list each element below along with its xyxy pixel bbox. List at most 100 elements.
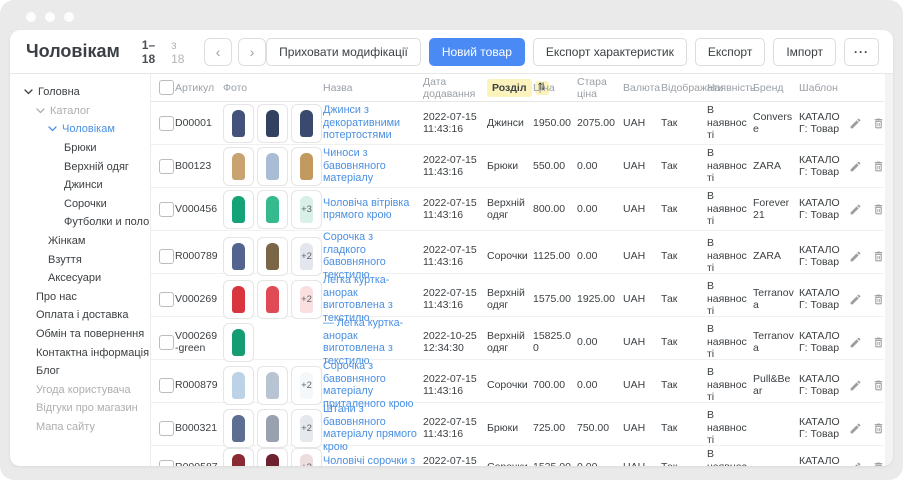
delete-button[interactable] xyxy=(872,379,885,392)
product-photo-thumbnail[interactable] xyxy=(223,448,254,467)
more-photos-badge[interactable]: +2 xyxy=(291,237,322,276)
product-photo-thumbnail[interactable] xyxy=(257,409,288,448)
product-photo-thumbnail[interactable] xyxy=(223,104,254,143)
row-checkbox[interactable] xyxy=(159,378,174,393)
delete-button[interactable] xyxy=(872,203,885,216)
sidebar-item-3[interactable]: Чоловікам xyxy=(10,120,150,139)
column-header-5[interactable]: Розділ⇅ xyxy=(487,79,533,97)
product-photo-thumbnail[interactable] xyxy=(223,366,254,405)
edit-button[interactable] xyxy=(849,203,862,216)
export-characteristics-button[interactable]: Експорт характеристик xyxy=(533,38,687,66)
product-photo-thumbnail[interactable] xyxy=(223,190,254,229)
edit-button[interactable] xyxy=(849,336,862,349)
delete-button[interactable] xyxy=(872,160,885,173)
old-price-cell: 0.00 xyxy=(577,379,623,392)
more-photos-badge[interactable]: +2 xyxy=(291,448,322,467)
delete-button[interactable] xyxy=(872,336,885,349)
row-checkbox[interactable] xyxy=(159,460,174,467)
edit-button[interactable] xyxy=(849,422,862,435)
prev-page-button[interactable]: ‹ xyxy=(204,38,232,66)
sidebar-item-15[interactable]: Контактна інформація xyxy=(10,343,150,362)
more-actions-button[interactable]: ··· xyxy=(844,38,879,66)
column-header-6[interactable]: Ціна xyxy=(533,82,577,94)
sidebar-item-17[interactable]: Угода користувача xyxy=(10,381,150,400)
more-photos-badge[interactable]: +2 xyxy=(291,280,322,319)
product-photo-thumbnail[interactable] xyxy=(223,147,254,186)
column-header-11[interactable]: Бренд xyxy=(753,82,799,94)
row-checkbox[interactable] xyxy=(159,116,174,131)
sidebar-item-13[interactable]: Оплата і доставка xyxy=(10,306,150,325)
product-photo-thumbnail[interactable] xyxy=(223,409,254,448)
sidebar-item-11[interactable]: Аксесуари xyxy=(10,269,150,288)
row-checkbox[interactable] xyxy=(159,335,174,350)
edit-button[interactable] xyxy=(849,117,862,130)
edit-button[interactable] xyxy=(849,250,862,263)
row-checkbox[interactable] xyxy=(159,249,174,264)
product-name-link[interactable]: Джинси з декоративними потертостями xyxy=(323,104,423,142)
product-photo-thumbnail[interactable] xyxy=(257,237,288,276)
product-name-link[interactable]: Чиноси з бавовняного матеріалу xyxy=(323,147,423,185)
product-photo-thumbnail[interactable] xyxy=(257,366,288,405)
hide-modifications-button[interactable]: Приховати модифікації xyxy=(266,38,421,66)
product-photo-thumbnail[interactable] xyxy=(257,190,288,229)
row-checkbox[interactable] xyxy=(159,292,174,307)
select-all-checkbox[interactable] xyxy=(159,80,174,95)
column-header-12[interactable]: Шаблон xyxy=(799,82,849,94)
row-checkbox[interactable] xyxy=(159,421,174,436)
column-header-4[interactable]: Дата додавання xyxy=(423,76,487,100)
product-photo-thumbnail[interactable] xyxy=(257,448,288,467)
sidebar-item-2[interactable]: Каталог xyxy=(10,102,150,121)
sidebar-item-4[interactable]: Брюки xyxy=(10,139,150,158)
delete-button[interactable] xyxy=(872,461,885,467)
edit-button[interactable] xyxy=(849,293,862,306)
product-photo-thumbnail[interactable] xyxy=(291,147,322,186)
vertical-scrollbar[interactable] xyxy=(885,74,893,466)
delete-button[interactable] xyxy=(872,117,885,130)
sidebar-item-9[interactable]: Жінкам xyxy=(10,232,150,251)
export-button[interactable]: Експорт xyxy=(695,38,765,66)
delete-button[interactable] xyxy=(872,250,885,263)
product-photo-thumbnail[interactable] xyxy=(257,280,288,319)
new-product-button[interactable]: Новий товар xyxy=(429,38,525,66)
sidebar-item-5[interactable]: Верхній одяг xyxy=(10,157,150,176)
sidebar-item-8[interactable]: Футболки и поло xyxy=(10,213,150,232)
delete-button[interactable] xyxy=(872,422,885,435)
edit-button[interactable] xyxy=(849,461,862,467)
row-checkbox[interactable] xyxy=(159,159,174,174)
column-header-7[interactable]: Стара ціна xyxy=(577,76,623,100)
edit-button[interactable] xyxy=(849,379,862,392)
sidebar-item-19[interactable]: Мапа сайту xyxy=(10,418,150,437)
product-photo-thumbnail[interactable] xyxy=(291,104,322,143)
more-photos-badge[interactable]: +2 xyxy=(291,409,322,448)
sidebar-item-1[interactable]: Головна xyxy=(10,83,150,102)
column-header-2[interactable]: Фото xyxy=(223,82,323,94)
edit-button[interactable] xyxy=(849,160,862,173)
next-page-button[interactable]: › xyxy=(238,38,266,66)
more-photos-badge[interactable]: +2 xyxy=(291,366,322,405)
product-name-link[interactable]: Штани з бавовняного матеріалу прямого кр… xyxy=(323,403,423,453)
sidebar-item-7[interactable]: Сорочки xyxy=(10,195,150,214)
product-name-link[interactable]: Чоловічі сорочки з легкого текстилю xyxy=(323,455,423,467)
sidebar-item-6[interactable]: Джинси xyxy=(10,176,150,195)
sidebar-item-12[interactable]: Про нас xyxy=(10,288,150,307)
product-photo-thumbnail[interactable] xyxy=(223,323,254,362)
column-header-1[interactable]: Артикул xyxy=(175,82,223,94)
photo-cell: +2 xyxy=(223,409,323,448)
product-photo-thumbnail[interactable] xyxy=(223,237,254,276)
sidebar-item-10[interactable]: Взуття xyxy=(10,250,150,269)
product-photo-thumbnail[interactable] xyxy=(257,147,288,186)
product-photo-thumbnail[interactable] xyxy=(223,280,254,319)
column-header-10[interactable]: Наявність xyxy=(707,82,753,94)
sidebar-item-16[interactable]: Блог xyxy=(10,362,150,381)
sidebar-item-14[interactable]: Обмін та повернення xyxy=(10,325,150,344)
column-header-3[interactable]: Назва xyxy=(323,82,423,94)
sidebar-item-18[interactable]: Відгуки про магазин xyxy=(10,399,150,418)
row-checkbox[interactable] xyxy=(159,202,174,217)
product-photo-thumbnail[interactable] xyxy=(257,104,288,143)
import-button[interactable]: Імпорт xyxy=(773,38,836,66)
delete-button[interactable] xyxy=(872,293,885,306)
column-header-8[interactable]: Валюта xyxy=(623,82,661,94)
more-photos-badge[interactable]: +3 xyxy=(291,190,322,229)
column-header-9[interactable]: Відображати xyxy=(661,82,707,94)
product-name-link[interactable]: Чоловіча вітрівка прямого крою xyxy=(323,197,423,222)
